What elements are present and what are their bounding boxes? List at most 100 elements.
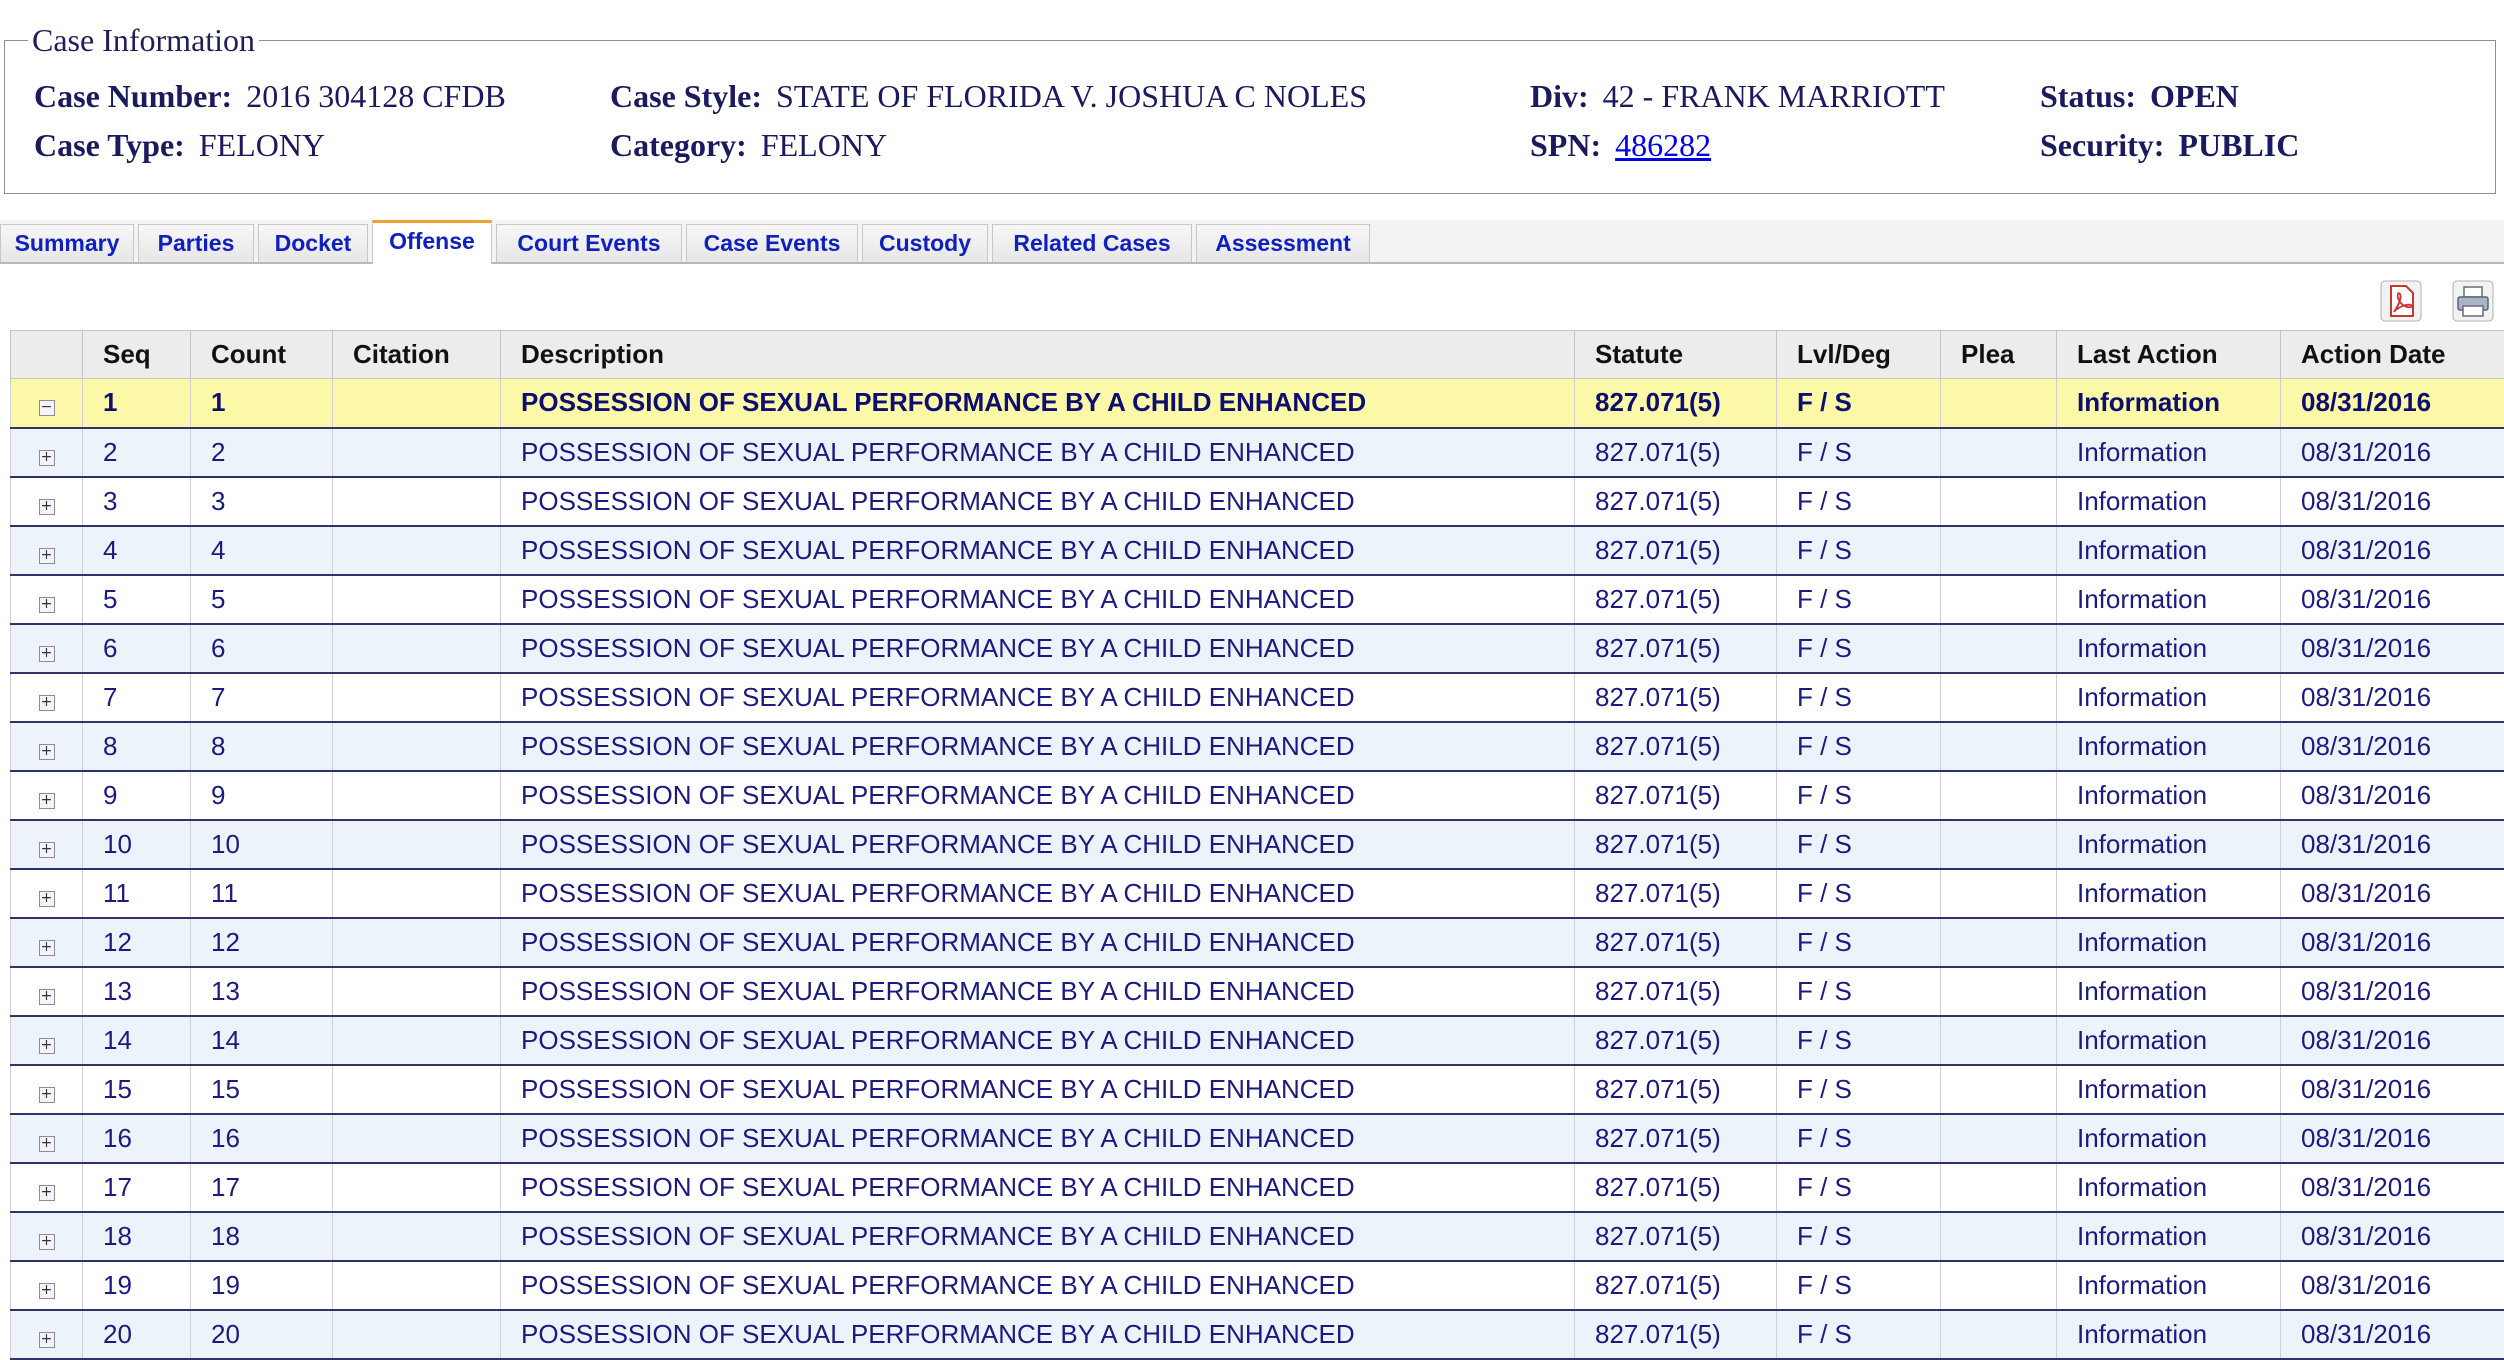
citation-cell <box>333 673 501 722</box>
tab-related-cases[interactable]: Related Cases <box>992 224 1192 262</box>
description-cell: POSSESSION OF SEXUAL PERFORMANCE BY A CH… <box>501 379 1575 428</box>
description-cell: POSSESSION OF SEXUAL PERFORMANCE BY A CH… <box>501 1212 1575 1261</box>
expander-cell: + <box>11 428 83 477</box>
table-row[interactable]: +33POSSESSION OF SEXUAL PERFORMANCE BY A… <box>11 477 2504 526</box>
level-degree-cell: F / S <box>1777 1310 1941 1359</box>
printer-icon[interactable] <box>2452 280 2494 322</box>
expand-icon[interactable]: + <box>39 744 55 760</box>
table-row[interactable]: −11POSSESSION OF SEXUAL PERFORMANCE BY A… <box>11 379 2504 428</box>
column-header-seq[interactable]: Seq <box>83 331 191 379</box>
last-action-cell: Information <box>2057 918 2281 967</box>
table-row[interactable]: +44POSSESSION OF SEXUAL PERFORMANCE BY A… <box>11 526 2504 575</box>
column-header-count[interactable]: Count <box>191 331 333 379</box>
count-cell: 5 <box>191 575 333 624</box>
table-row[interactable]: +1313POSSESSION OF SEXUAL PERFORMANCE BY… <box>11 967 2504 1016</box>
tab-custody[interactable]: Custody <box>862 224 988 262</box>
tab-offense[interactable]: Offense <box>372 220 492 264</box>
tab-summary[interactable]: Summary <box>0 224 134 262</box>
tab-parties[interactable]: Parties <box>138 224 254 262</box>
spn-link[interactable]: 486282 <box>1615 127 1711 163</box>
citation-cell <box>333 869 501 918</box>
table-row[interactable]: +1212POSSESSION OF SEXUAL PERFORMANCE BY… <box>11 918 2504 967</box>
case-number-label: Case Number: <box>34 78 232 114</box>
seq-cell: 1 <box>83 379 191 428</box>
plea-cell <box>1941 1016 2057 1065</box>
description-cell: POSSESSION OF SEXUAL PERFORMANCE BY A CH… <box>501 1016 1575 1065</box>
seq-cell: 4 <box>83 526 191 575</box>
table-row[interactable]: +99POSSESSION OF SEXUAL PERFORMANCE BY A… <box>11 771 2504 820</box>
expand-icon[interactable]: + <box>39 989 55 1005</box>
expand-icon[interactable]: + <box>39 1332 55 1348</box>
count-cell: 9 <box>191 771 333 820</box>
citation-cell <box>333 1261 501 1310</box>
last-action-cell: Information <box>2057 771 2281 820</box>
last-action-cell: Information <box>2057 624 2281 673</box>
action-date-cell: 08/31/2016 <box>2281 1065 2504 1114</box>
citation-cell <box>333 1310 501 1359</box>
collapse-icon[interactable]: − <box>39 400 55 416</box>
tab-case-events[interactable]: Case Events <box>686 224 858 262</box>
table-row[interactable]: +1414POSSESSION OF SEXUAL PERFORMANCE BY… <box>11 1016 2504 1065</box>
expand-icon[interactable]: + <box>39 1038 55 1054</box>
expand-icon[interactable]: + <box>39 891 55 907</box>
expander-cell: + <box>11 1261 83 1310</box>
expand-icon[interactable]: + <box>39 1087 55 1103</box>
table-row[interactable]: +1616POSSESSION OF SEXUAL PERFORMANCE BY… <box>11 1114 2504 1163</box>
table-row[interactable]: +1818POSSESSION OF SEXUAL PERFORMANCE BY… <box>11 1212 2504 1261</box>
expand-icon[interactable]: + <box>39 646 55 662</box>
column-header-statute[interactable]: Statute <box>1575 331 1777 379</box>
table-row[interactable]: +1515POSSESSION OF SEXUAL PERFORMANCE BY… <box>11 1065 2504 1114</box>
column-header-lvl-deg[interactable]: Lvl/Deg <box>1777 331 1941 379</box>
security-value: PUBLIC <box>2178 127 2299 163</box>
plea-cell <box>1941 967 2057 1016</box>
tab-court-events[interactable]: Court Events <box>496 224 682 262</box>
count-cell: 14 <box>191 1016 333 1065</box>
level-degree-cell: F / S <box>1777 771 1941 820</box>
expand-icon[interactable]: + <box>39 450 55 466</box>
last-action-cell: Information <box>2057 1114 2281 1163</box>
citation-cell <box>333 575 501 624</box>
expand-icon[interactable]: + <box>39 1136 55 1152</box>
table-row[interactable]: +2020POSSESSION OF SEXUAL PERFORMANCE BY… <box>11 1310 2504 1359</box>
expand-icon[interactable]: + <box>39 548 55 564</box>
seq-cell: 9 <box>83 771 191 820</box>
seq-cell: 12 <box>83 918 191 967</box>
offense-table-body: −11POSSESSION OF SEXUAL PERFORMANCE BY A… <box>11 379 2504 1359</box>
column-header-plea[interactable]: Plea <box>1941 331 2057 379</box>
last-action-cell: Information <box>2057 428 2281 477</box>
table-row[interactable]: +1919POSSESSION OF SEXUAL PERFORMANCE BY… <box>11 1261 2504 1310</box>
plea-cell <box>1941 1212 2057 1261</box>
expand-icon[interactable]: + <box>39 1283 55 1299</box>
table-row[interactable]: +77POSSESSION OF SEXUAL PERFORMANCE BY A… <box>11 673 2504 722</box>
table-row[interactable]: +1111POSSESSION OF SEXUAL PERFORMANCE BY… <box>11 869 2504 918</box>
expand-icon[interactable]: + <box>39 940 55 956</box>
table-row[interactable]: +1717POSSESSION OF SEXUAL PERFORMANCE BY… <box>11 1163 2504 1212</box>
expand-icon[interactable]: + <box>39 1234 55 1250</box>
plea-cell <box>1941 869 2057 918</box>
expand-icon[interactable]: + <box>39 842 55 858</box>
seq-cell: 2 <box>83 428 191 477</box>
table-row[interactable]: +66POSSESSION OF SEXUAL PERFORMANCE BY A… <box>11 624 2504 673</box>
expand-icon[interactable]: + <box>39 793 55 809</box>
division-label: Div: <box>1530 78 1589 114</box>
level-degree-cell: F / S <box>1777 1212 1941 1261</box>
expand-icon[interactable]: + <box>39 597 55 613</box>
case-style-label: Case Style: <box>610 78 762 114</box>
table-row[interactable]: +55POSSESSION OF SEXUAL PERFORMANCE BY A… <box>11 575 2504 624</box>
table-row[interactable]: +1010POSSESSION OF SEXUAL PERFORMANCE BY… <box>11 820 2504 869</box>
table-row[interactable]: +88POSSESSION OF SEXUAL PERFORMANCE BY A… <box>11 722 2504 771</box>
table-row[interactable]: +22POSSESSION OF SEXUAL PERFORMANCE BY A… <box>11 428 2504 477</box>
expand-icon[interactable]: + <box>39 499 55 515</box>
tab-docket[interactable]: Docket <box>258 224 368 262</box>
column-header-last-action[interactable]: Last Action <box>2057 331 2281 379</box>
count-cell: 2 <box>191 428 333 477</box>
expand-icon[interactable]: + <box>39 695 55 711</box>
column-header-citation[interactable]: Citation <box>333 331 501 379</box>
column-header-description[interactable]: Description <box>501 331 1575 379</box>
column-header-action-date[interactable]: Action Date <box>2281 331 2504 379</box>
pdf-icon[interactable] <box>2380 280 2422 322</box>
tab-assessment[interactable]: Assessment <box>1196 224 1370 262</box>
expand-icon[interactable]: + <box>39 1185 55 1201</box>
last-action-cell: Information <box>2057 477 2281 526</box>
expander-cell: + <box>11 624 83 673</box>
